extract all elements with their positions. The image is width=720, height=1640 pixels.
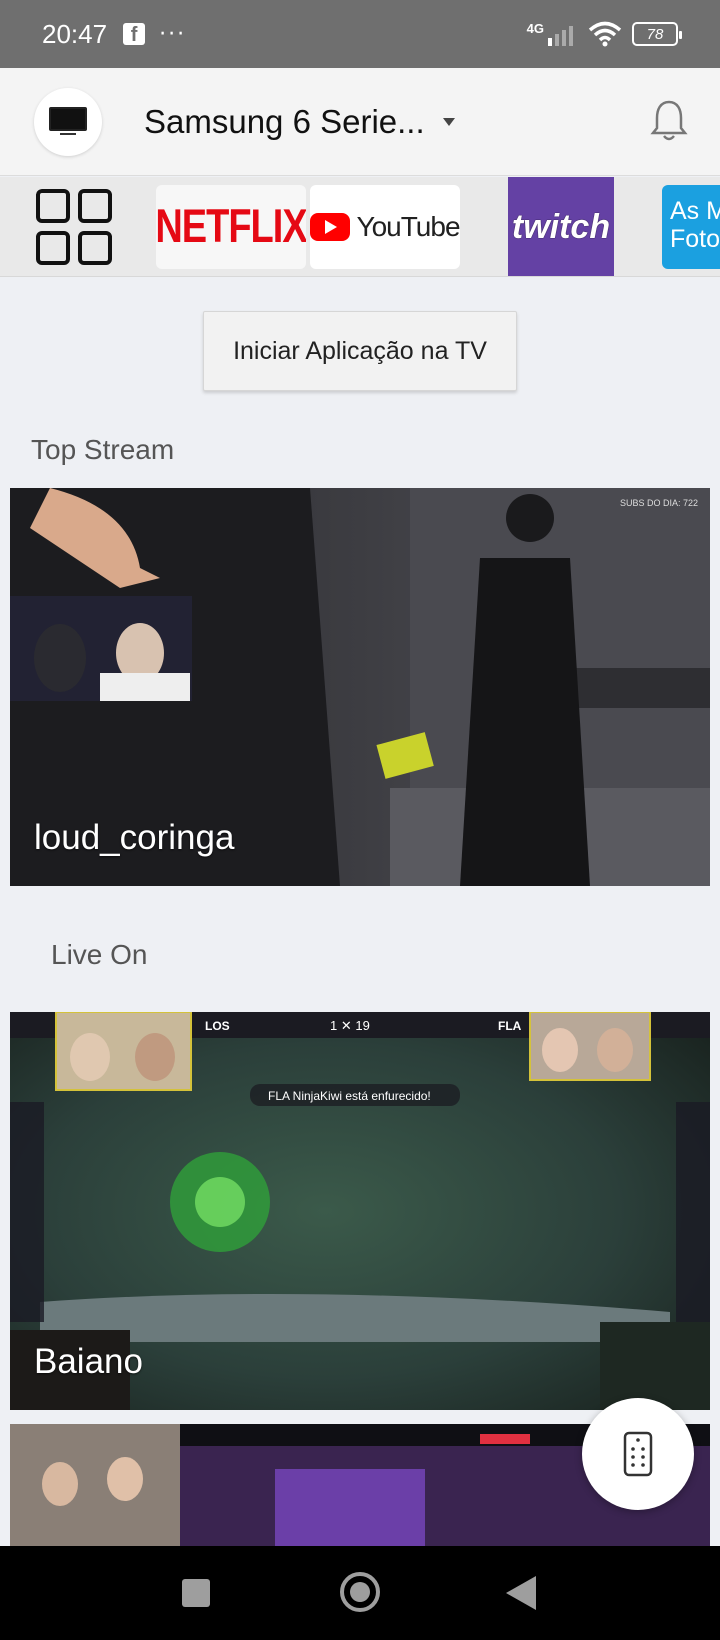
photos-app-tile[interactable]: As M Foto bbox=[662, 185, 720, 269]
device-selector[interactable]: Samsung 6 Serie... bbox=[144, 103, 425, 141]
top-stream-card[interactable]: SUBS DO DIA: 722 loud_coringa bbox=[10, 488, 710, 886]
twitch-app-tile[interactable]: twitch bbox=[508, 177, 614, 276]
photos-label-line1: As M bbox=[670, 197, 720, 225]
launch-on-tv-button[interactable]: Iniciar Aplicação na TV bbox=[203, 311, 517, 391]
app-header: Samsung 6 Serie... bbox=[0, 68, 720, 176]
scoreboard-right-team: FLA bbox=[498, 1019, 522, 1033]
scoreboard-score: 1 ✕ 19 bbox=[330, 1018, 370, 1033]
section-title-live-on: Live On bbox=[51, 939, 148, 970]
youtube-app-tile[interactable]: YouTube bbox=[310, 185, 460, 269]
remote-control-button[interactable] bbox=[582, 1398, 694, 1510]
apps-grid-button[interactable] bbox=[36, 189, 120, 267]
netflix-logo: NETFLIX bbox=[156, 200, 306, 253]
stream-overlay-text: SUBS DO DIA: 722 bbox=[620, 498, 698, 508]
live-stream-card[interactable]: LOS 1 ✕ 19 FLA FLA NinjaKiwi está enfure… bbox=[10, 1012, 710, 1410]
top-stream-streamer-name: loud_coringa bbox=[34, 818, 235, 857]
live-stream-streamer-name: Baiano bbox=[34, 1342, 143, 1381]
status-time: 20:47 bbox=[42, 18, 108, 49]
signal-icon bbox=[548, 26, 573, 46]
wifi-icon bbox=[588, 21, 622, 47]
recent-apps-icon[interactable] bbox=[182, 1579, 210, 1607]
status-indicators: 4G 78 bbox=[526, 20, 682, 47]
chevron-down-icon[interactable] bbox=[442, 117, 455, 126]
grid-icon bbox=[36, 189, 112, 265]
more-notifications-icon: ··· bbox=[159, 21, 187, 47]
scoreboard-left-team: LOS bbox=[205, 1019, 230, 1033]
bell-icon[interactable] bbox=[650, 98, 688, 142]
netflix-app-tile[interactable]: NETFLIX bbox=[156, 185, 306, 269]
game-banner: FLA NinjaKiwi está enfurecido! bbox=[268, 1089, 431, 1103]
photos-label-line2: Foto bbox=[670, 225, 720, 253]
back-icon[interactable] bbox=[506, 1576, 536, 1610]
section-title-top-stream: Top Stream bbox=[31, 434, 175, 465]
system-nav-bar bbox=[0, 1546, 720, 1640]
youtube-logo: YouTube bbox=[356, 211, 460, 242]
tv-icon[interactable] bbox=[34, 87, 102, 156]
youtube-play-icon bbox=[310, 213, 351, 241]
home-icon[interactable] bbox=[340, 1572, 380, 1612]
battery-indicator: 78 bbox=[632, 22, 682, 46]
twitch-logo: twitch bbox=[511, 207, 611, 246]
network-type: 4G bbox=[526, 20, 544, 36]
status-bar: 20:47 f ··· 4G 78 bbox=[0, 0, 720, 68]
apps-carousel[interactable]: NETFLIX YouTube twitch As M Foto bbox=[0, 177, 720, 277]
facebook-icon: f bbox=[123, 23, 146, 45]
remote-control-icon bbox=[623, 1431, 653, 1477]
